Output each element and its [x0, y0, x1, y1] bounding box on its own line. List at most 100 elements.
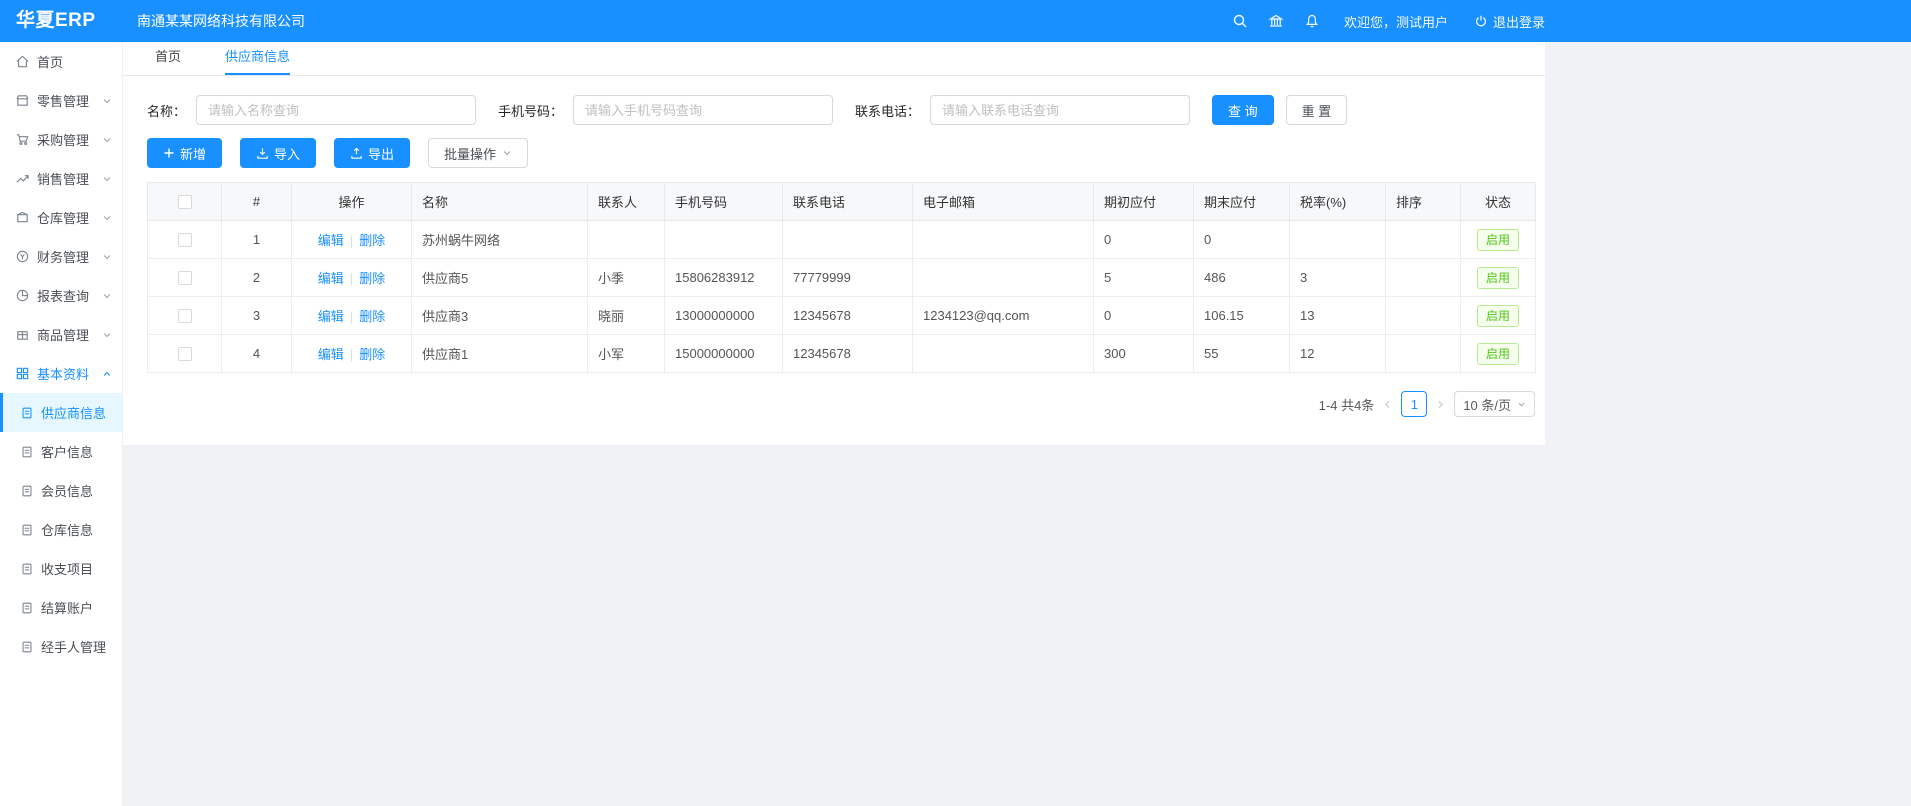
- cell-contact: 小军: [588, 335, 665, 373]
- chevron-down-icon: [502, 148, 512, 158]
- sidebar-item-label: 首页: [37, 52, 63, 71]
- table-row: 2 编辑|删除 供应商5 小季 15806283912 77779999 5 4…: [148, 259, 1536, 297]
- search-icon[interactable]: [1232, 13, 1248, 29]
- chevron-down-icon: [102, 135, 112, 145]
- action-divider: |: [350, 347, 353, 362]
- cell-sort: [1386, 221, 1461, 259]
- sidebar-item-label: 采购管理: [37, 130, 89, 149]
- document-icon: [20, 523, 34, 537]
- phone-filter-label: 联系电话：: [855, 101, 920, 120]
- cell-end-payable: 55: [1194, 335, 1290, 373]
- column-header-sort: 排序: [1386, 183, 1461, 221]
- delete-link[interactable]: 删除: [359, 233, 385, 248]
- edit-link[interactable]: 编辑: [318, 233, 344, 248]
- cell-name: 苏州蜗牛网络: [412, 221, 588, 259]
- document-icon: [20, 484, 34, 498]
- sidebar-item-customer-info[interactable]: 客户信息: [0, 432, 122, 471]
- sidebar-item-goods[interactable]: 商品管理: [0, 315, 122, 354]
- row-checkbox[interactable]: [178, 347, 192, 361]
- table-header-row: # 操作 名称 联系人 手机号码 联系电话 电子邮箱 期初应付 期末应付 税率(…: [148, 183, 1536, 221]
- document-icon: [20, 406, 34, 420]
- sidebar-item-basic-data[interactable]: 基本资料: [0, 354, 122, 393]
- sidebar-item-handler-management[interactable]: 经手人管理: [0, 627, 122, 666]
- welcome-text: 欢迎您，测试用户: [1344, 12, 1448, 31]
- cell-contact: 小季: [588, 259, 665, 297]
- document-icon: [20, 445, 34, 459]
- cell-email: [913, 221, 1094, 259]
- row-checkbox[interactable]: [178, 233, 192, 247]
- cell-begin-payable: 300: [1094, 335, 1194, 373]
- trend-icon: [15, 171, 30, 186]
- cell-mobile: 15000000000: [665, 335, 783, 373]
- table-row: 1 编辑|删除 苏州蜗牛网络 0 0 启用: [148, 221, 1536, 259]
- edit-link[interactable]: 编辑: [318, 271, 344, 286]
- chevron-down-icon: [102, 291, 112, 301]
- import-button[interactable]: 导入: [240, 138, 316, 168]
- column-header-mobile: 手机号码: [665, 183, 783, 221]
- row-index: 4: [222, 335, 292, 373]
- sidebar-item-settlement-account[interactable]: 结算账户: [0, 588, 122, 627]
- column-header-begin-payable: 期初应付: [1094, 183, 1194, 221]
- status-badge: 启用: [1477, 305, 1519, 327]
- row-checkbox[interactable]: [178, 309, 192, 323]
- chevron-down-icon: [102, 330, 112, 340]
- cell-phone: [783, 221, 913, 259]
- status-badge: 启用: [1477, 343, 1519, 365]
- table-row: 4 编辑|删除 供应商1 小军 15000000000 12345678 300…: [148, 335, 1536, 373]
- add-button[interactable]: 新增: [147, 138, 222, 168]
- cell-phone: 77779999: [783, 259, 913, 297]
- cell-begin-payable: 0: [1094, 297, 1194, 335]
- name-filter-input[interactable]: [196, 95, 476, 125]
- export-button[interactable]: 导出: [334, 138, 410, 168]
- row-checkbox[interactable]: [178, 271, 192, 285]
- gift-icon: [15, 327, 30, 342]
- reset-button[interactable]: 重 置: [1286, 95, 1348, 125]
- sidebar-item-purchase[interactable]: 采购管理: [0, 120, 122, 159]
- action-divider: |: [350, 309, 353, 324]
- phone-filter-input[interactable]: [930, 95, 1190, 125]
- sidebar-item-warehouse[interactable]: 仓库管理: [0, 198, 122, 237]
- sidebar-item-sales[interactable]: 销售管理: [0, 159, 122, 198]
- cell-mobile: 15806283912: [665, 259, 783, 297]
- batch-actions-label: 批量操作: [444, 144, 496, 163]
- cell-phone: 12345678: [783, 335, 913, 373]
- search-button-label: 查 询: [1228, 101, 1258, 120]
- delete-link[interactable]: 删除: [359, 309, 385, 324]
- cell-sort: [1386, 297, 1461, 335]
- sidebar-item-member-info[interactable]: 会员信息: [0, 471, 122, 510]
- column-header-end-payable: 期末应付: [1194, 183, 1290, 221]
- select-all-checkbox[interactable]: [178, 195, 192, 209]
- tab-supplier-info[interactable]: 供应商信息: [225, 41, 290, 75]
- batch-actions-button[interactable]: 批量操作: [428, 138, 528, 168]
- cell-end-payable: 486: [1194, 259, 1290, 297]
- sidebar-item-warehouse-info[interactable]: 仓库信息: [0, 510, 122, 549]
- tab-bar: 首页 供应商信息: [123, 42, 1545, 76]
- page-number-1[interactable]: 1: [1401, 391, 1427, 417]
- chevron-down-icon: [1517, 400, 1526, 409]
- delete-link[interactable]: 删除: [359, 271, 385, 286]
- delete-link[interactable]: 删除: [359, 347, 385, 362]
- edit-link[interactable]: 编辑: [318, 309, 344, 324]
- search-button[interactable]: 查 询: [1212, 95, 1274, 125]
- cell-contact: [588, 221, 665, 259]
- sidebar-item-supplier-info[interactable]: 供应商信息: [0, 393, 122, 432]
- sidebar-item-retail[interactable]: 零售管理: [0, 81, 122, 120]
- bank-icon[interactable]: [1268, 13, 1284, 29]
- column-header-index: #: [222, 183, 292, 221]
- sidebar-item-home[interactable]: 首页: [0, 42, 122, 81]
- sidebar-item-label: 客户信息: [41, 442, 93, 461]
- sidebar-item-reports[interactable]: 报表查询: [0, 276, 122, 315]
- sidebar-item-label: 基本资料: [37, 364, 89, 383]
- tab-home[interactable]: 首页: [155, 41, 181, 75]
- prev-page-icon[interactable]: [1382, 399, 1393, 410]
- status-badge: 启用: [1477, 229, 1519, 251]
- app-logo: 华夏ERP: [16, 0, 96, 42]
- sidebar-item-finance[interactable]: 财务管理: [0, 237, 122, 276]
- edit-link[interactable]: 编辑: [318, 347, 344, 362]
- next-page-icon[interactable]: [1435, 399, 1446, 410]
- mobile-filter-input[interactable]: [573, 95, 833, 125]
- bell-icon[interactable]: [1304, 13, 1320, 29]
- sidebar-item-income-expense[interactable]: 收支项目: [0, 549, 122, 588]
- logout-button[interactable]: 退出登录: [1474, 12, 1545, 31]
- page-size-select[interactable]: 10 条/页: [1454, 391, 1535, 417]
